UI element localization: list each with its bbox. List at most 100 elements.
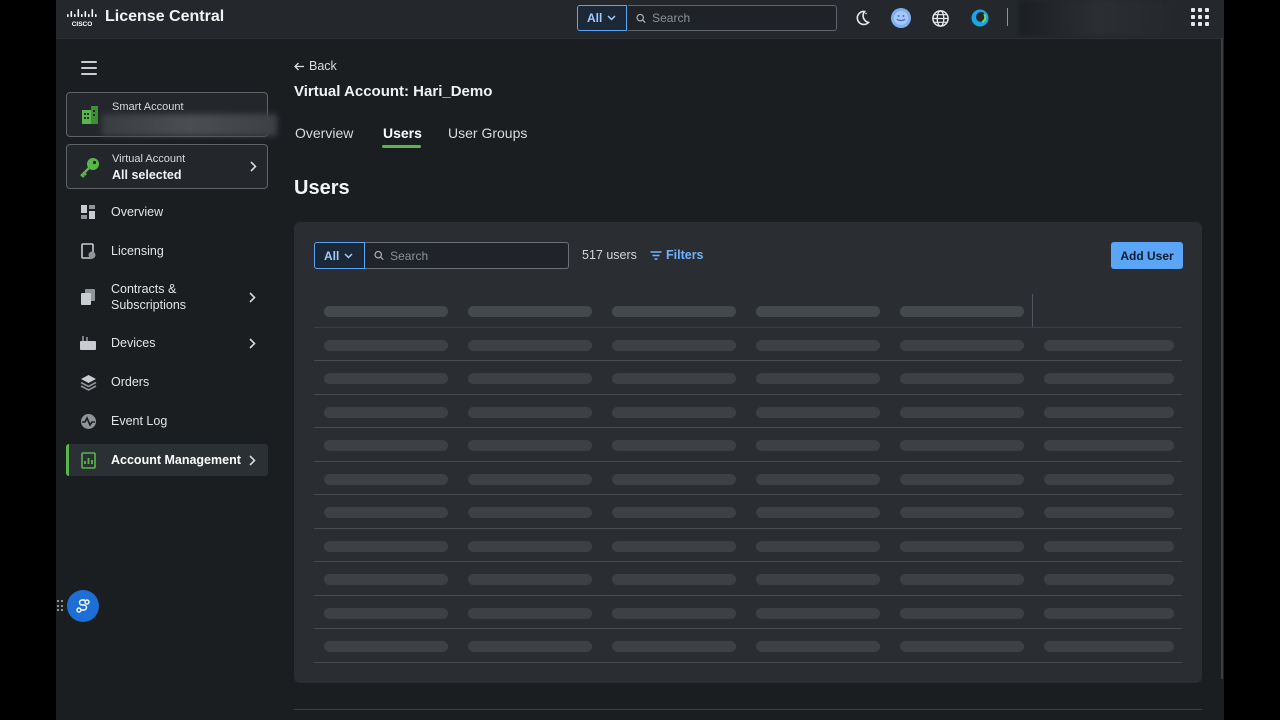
skeleton-cell <box>900 507 1024 518</box>
contracts-icon <box>79 288 97 306</box>
cisco-logo-icon: CISCO <box>67 9 97 28</box>
sidebar-item-label: Event Log <box>111 414 168 428</box>
tab-overview[interactable]: Overview <box>295 125 353 141</box>
user-profile-redacted[interactable] <box>1019 0 1179 36</box>
license-icon <box>79 242 97 260</box>
device-icon <box>79 334 97 352</box>
dark-mode-icon[interactable] <box>851 7 873 29</box>
table-row <box>314 428 1182 462</box>
workflow-assistant-button[interactable] <box>67 590 99 622</box>
smart-account-name-redacted <box>102 114 277 136</box>
skeleton-header-cell <box>468 306 592 317</box>
skeleton-cell <box>1044 440 1174 451</box>
virtual-account-selector[interactable]: Virtual Account All selected <box>66 144 268 189</box>
skeleton-cell <box>756 373 880 384</box>
skeleton-cell <box>756 607 880 619</box>
search-icon <box>374 250 384 261</box>
menu-toggle-icon[interactable] <box>81 61 97 75</box>
skeleton-header-cell <box>900 306 1024 317</box>
account-management-icon <box>79 451 97 469</box>
tab-users[interactable]: Users <box>383 125 422 141</box>
filters-button[interactable]: Filters <box>650 248 704 262</box>
add-user-button[interactable]: Add User <box>1111 242 1183 269</box>
skeleton-cell <box>324 507 448 518</box>
skeleton-cell <box>468 574 592 585</box>
skeleton-cell <box>468 406 592 418</box>
active-tab-indicator <box>382 145 421 148</box>
skeleton-cell <box>468 440 592 451</box>
skeleton-cell <box>468 373 592 384</box>
app-launcher-icon[interactable] <box>1191 8 1209 26</box>
skeleton-cell <box>1044 373 1174 384</box>
skeleton-cell <box>756 406 880 418</box>
user-scope-dropdown[interactable]: All <box>314 242 365 269</box>
skeleton-cell <box>900 607 1024 619</box>
chevron-right-icon <box>249 337 256 349</box>
skeleton-cell <box>900 406 1024 418</box>
skeleton-cell <box>756 473 880 485</box>
sidebar-item-orders[interactable]: Orders <box>66 366 268 398</box>
arrow-left-icon <box>294 62 304 70</box>
sidebar-item-contracts[interactable]: Contracts & Subscriptions <box>66 274 268 320</box>
sidebar-item-overview[interactable]: Overview <box>66 196 268 228</box>
skeleton-cell <box>612 641 736 652</box>
skeleton-cell <box>1044 507 1174 518</box>
app-window: CISCO License Central All Search Smart A… <box>56 0 1224 720</box>
smart-account-label: Smart Account <box>112 101 184 113</box>
scrollbar-track[interactable] <box>1221 39 1223 679</box>
table-row <box>314 562 1182 596</box>
back-link[interactable]: Back <box>294 59 337 73</box>
skeleton-cell <box>324 641 448 652</box>
table-row <box>314 596 1182 629</box>
table-row <box>314 361 1182 395</box>
skeleton-cell <box>1044 406 1174 418</box>
skeleton-cell <box>612 473 736 485</box>
skeleton-cell <box>1044 574 1174 585</box>
global-search-input[interactable] <box>652 11 836 25</box>
tab-user-groups[interactable]: User Groups <box>448 125 527 141</box>
users-table-loading <box>314 294 1182 663</box>
drag-handle-icon[interactable] <box>57 600 63 612</box>
skeleton-cell <box>900 339 1024 351</box>
column-divider <box>1032 294 1033 327</box>
sidebar-item-label: Licensing <box>111 244 164 258</box>
skeleton-cell <box>1044 641 1174 652</box>
global-search-field[interactable] <box>628 5 837 31</box>
virtual-account-value: All selected <box>112 168 182 182</box>
skeleton-cell <box>1044 473 1174 485</box>
skeleton-cell <box>324 339 448 351</box>
sidebar-item-licensing[interactable]: Licensing <box>66 235 268 267</box>
sidebar-item-event-log[interactable]: Event Log <box>66 405 268 437</box>
sidebar-item-account-management[interactable]: Account Management <box>66 444 268 476</box>
skeleton-cell <box>1044 607 1174 619</box>
sidebar-item-label: Devices <box>111 336 156 350</box>
globe-icon[interactable] <box>929 7 951 29</box>
table-row <box>314 328 1182 361</box>
ai-assistant-icon[interactable] <box>890 7 912 29</box>
skeleton-cell <box>468 473 592 485</box>
skeleton-header-cell <box>756 306 880 317</box>
skeleton-cell <box>324 607 448 619</box>
skeleton-cell <box>324 406 448 418</box>
skeleton-cell <box>612 406 736 418</box>
route-icon <box>76 599 90 613</box>
dashboard-icon <box>79 203 97 221</box>
skeleton-cell <box>900 641 1024 652</box>
svg-text:CISCO: CISCO <box>72 21 93 28</box>
skeleton-cell <box>324 473 448 485</box>
key-icon <box>80 158 99 178</box>
user-search-field[interactable] <box>365 242 569 269</box>
table-row <box>314 529 1182 562</box>
skeleton-cell <box>900 574 1024 585</box>
filter-icon <box>650 250 662 260</box>
skeleton-cell <box>468 641 592 652</box>
user-search-input[interactable] <box>390 248 568 263</box>
chevron-down-icon <box>607 15 616 21</box>
webex-icon[interactable] <box>969 7 991 29</box>
skeleton-cell <box>756 540 880 552</box>
sidebar-item-label: Contracts & Subscriptions <box>111 282 187 312</box>
global-scope-dropdown[interactable]: All <box>577 5 627 31</box>
skeleton-cell <box>756 507 880 518</box>
back-label: Back <box>309 59 337 73</box>
sidebar-item-devices[interactable]: Devices <box>66 327 268 359</box>
